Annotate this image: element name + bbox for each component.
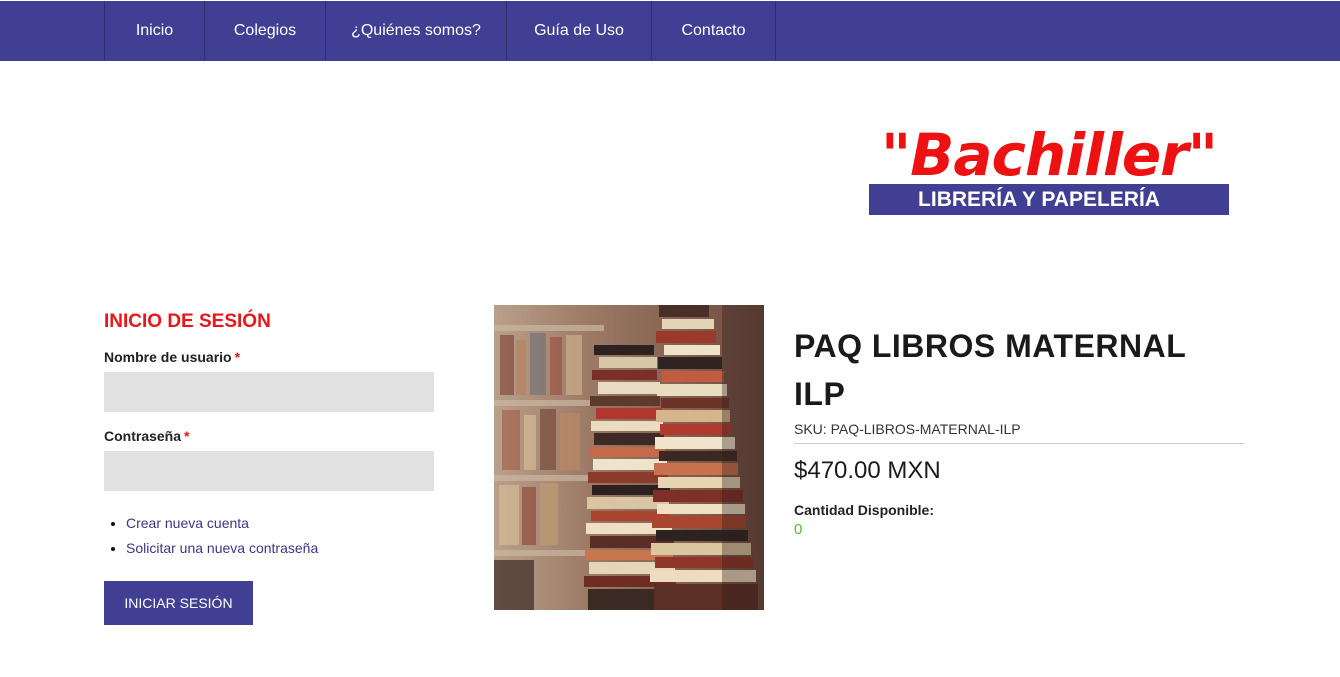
- password-label: Contraseña *: [104, 428, 434, 444]
- username-label: Nombre de usuario *: [104, 349, 434, 365]
- books-stack-photo-icon: [494, 305, 764, 610]
- account-links: Crear nueva cuenta Solicitar una nueva c…: [104, 511, 434, 561]
- nav-item-guia-de-uso[interactable]: Guía de Uso: [506, 1, 651, 61]
- required-mark: *: [234, 349, 241, 365]
- list-item: Crear nueva cuenta: [126, 511, 434, 536]
- create-account-link[interactable]: Crear nueva cuenta: [126, 515, 249, 531]
- password-input[interactable]: [104, 451, 434, 491]
- password-label-text: Contraseña: [104, 428, 182, 444]
- list-item: Solicitar una nueva contraseña: [126, 536, 434, 561]
- product-sku: SKU: PAQ-LIBROS-MATERNAL-ILP: [794, 421, 1244, 444]
- nav-menu: Inicio Colegios ¿Quiénes somos? Guía de …: [104, 1, 776, 61]
- stock-label: Cantidad Disponible:: [794, 502, 934, 518]
- product-price: $470.00 MXN: [794, 457, 941, 484]
- product-image: [494, 305, 764, 610]
- nav-item-colegios[interactable]: Colegios: [204, 1, 325, 61]
- required-mark: *: [184, 428, 190, 444]
- login-title: INICIO DE SESIÓN: [104, 311, 271, 332]
- product-title: PAQ LIBROS MATERNAL ILP: [794, 328, 1186, 412]
- login-button[interactable]: INICIAR SESIÓN: [104, 581, 253, 625]
- login-block: INICIO DE SESIÓN Nombre de usuario * Cont…: [104, 305, 434, 625]
- nav-item-contacto[interactable]: Contacto: [651, 1, 776, 61]
- logo-title: "Bachiller": [880, 121, 1218, 189]
- top-navbar: Inicio Colegios ¿Quiénes somos? Guía de …: [0, 1, 1340, 61]
- nav-item-inicio[interactable]: Inicio: [104, 1, 204, 61]
- product-details: PAQ LIBROS MATERNAL ILP SKU: PAQ-LIBROS-…: [794, 322, 1244, 538]
- reset-password-link[interactable]: Solicitar una nueva contraseña: [126, 540, 318, 556]
- username-input[interactable]: [104, 372, 434, 412]
- stock-value: 0: [794, 521, 803, 538]
- logo-subtitle: LIBRERÍA Y PAPELERÍA: [869, 184, 1229, 215]
- site-logo[interactable]: "Bachiller" LIBRERÍA Y PAPELERÍA: [869, 122, 1229, 216]
- nav-item-quienes-somos[interactable]: ¿Quiénes somos?: [325, 1, 506, 61]
- username-label-text: Nombre de usuario: [104, 349, 232, 365]
